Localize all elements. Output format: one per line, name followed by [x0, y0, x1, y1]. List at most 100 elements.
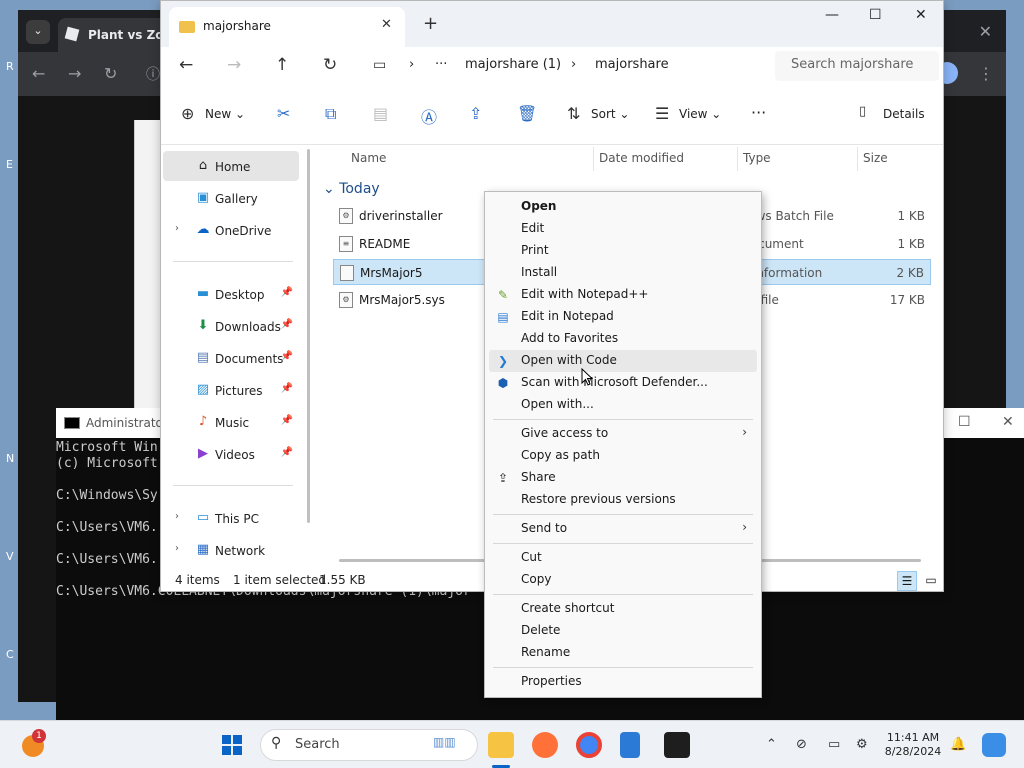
details-button[interactable]: Details	[883, 107, 925, 121]
start-icon[interactable]	[222, 735, 242, 755]
delete-icon[interactable]: 🗑	[517, 104, 537, 123]
gallery-icon: ▣	[196, 190, 210, 205]
menu-item-add-favorites[interactable]: Add to Favorites	[489, 328, 757, 350]
notepad-taskbar-icon[interactable]	[620, 732, 640, 758]
menu-item-properties[interactable]: Properties	[489, 671, 757, 693]
nav-item-this-pc[interactable]: › ▭ This PC	[163, 503, 299, 533]
column-divider[interactable]	[593, 147, 594, 171]
menu-item-copy[interactable]: Copy	[489, 569, 757, 591]
menu-item-edit-notepad[interactable]: ▤ Edit in Notepad	[489, 306, 757, 328]
details-pane-icon[interactable]: ▯	[859, 104, 866, 119]
chrome-icon[interactable]	[576, 732, 602, 758]
more-crumbs-icon[interactable]: ···	[435, 57, 447, 72]
sort-button[interactable]: Sort ⌄	[591, 107, 629, 121]
more-options-icon[interactable]: ···	[751, 103, 766, 122]
new-tab-icon[interactable]: +	[423, 13, 438, 34]
close-tab-icon[interactable]: ✕	[381, 17, 392, 32]
menu-item-copy-path[interactable]: Copy as path	[489, 445, 757, 467]
nav-item-downloads[interactable]: ⬇ Downloads 📌	[163, 311, 299, 341]
minimize-icon[interactable]: —	[825, 7, 839, 23]
menu-item-restore-versions[interactable]: Restore previous versions	[489, 489, 757, 511]
nav-item-network[interactable]: › ▦ Network	[163, 535, 299, 565]
column-divider[interactable]	[737, 147, 738, 171]
column-header-size[interactable]: Size	[863, 151, 888, 165]
nav-item-videos[interactable]: ▶ Videos 📌	[163, 439, 299, 469]
menu-icon[interactable]: ⋮	[978, 64, 994, 83]
menu-item-give-access[interactable]: Give access to ›	[489, 423, 757, 445]
menu-item-send-to[interactable]: Send to ›	[489, 518, 757, 540]
firefox-icon[interactable]	[532, 732, 558, 758]
nav-item-desktop[interactable]: ▬ Desktop 📌	[163, 279, 299, 309]
menu-item-share[interactable]: ⇪ Share	[489, 467, 757, 489]
nav-item-music[interactable]: ♪ Music 📌	[163, 407, 299, 437]
copy-icon[interactable]: ⧉	[325, 104, 336, 124]
menu-item-rename[interactable]: Rename	[489, 642, 757, 664]
display-icon[interactable]: ▭	[828, 737, 840, 752]
breadcrumb-item[interactable]: majorshare	[595, 57, 669, 72]
menu-item-cut[interactable]: Cut	[489, 547, 757, 569]
share-icon[interactable]: ⇪	[469, 104, 482, 123]
menu-item-print[interactable]: Print	[489, 240, 757, 262]
close-icon[interactable]: ✕	[915, 7, 927, 23]
chevron-right-icon[interactable]: ›	[175, 223, 179, 234]
forward-icon[interactable]: →	[227, 55, 241, 75]
menu-item-install[interactable]: Install	[489, 262, 757, 284]
up-icon[interactable]: ↑	[275, 55, 289, 75]
chevron-right-icon[interactable]: ›	[175, 511, 179, 522]
bell-icon[interactable]: 🔔	[950, 737, 966, 752]
nav-item-pictures[interactable]: ▨ Pictures 📌	[163, 375, 299, 405]
view-icon[interactable]: ☰	[655, 104, 669, 123]
nav-item-documents[interactable]: ▤ Documents 📌	[163, 343, 299, 373]
column-header-name[interactable]: Name	[351, 151, 386, 165]
close-icon[interactable]: ✕	[1002, 414, 1014, 430]
menu-item-edit-notepadpp[interactable]: ✎ Edit with Notepad++	[489, 284, 757, 306]
terminal-taskbar-icon[interactable]	[664, 732, 690, 758]
menu-item-delete[interactable]: Delete	[489, 620, 757, 642]
tiles-view-icon[interactable]: ▭	[921, 571, 941, 591]
monitor-icon[interactable]: ▭	[373, 57, 386, 73]
nav-item-home[interactable]: ⌂ Home	[163, 151, 299, 181]
breadcrumb-item[interactable]: majorshare (1)	[465, 57, 561, 72]
network-off-icon[interactable]: ⊘	[796, 737, 807, 752]
new-button[interactable]: New ⌄	[205, 107, 245, 121]
menu-item-open-with[interactable]: Open with...	[489, 394, 757, 416]
menu-item-open[interactable]: Open	[489, 196, 757, 218]
column-divider[interactable]	[857, 147, 858, 171]
info-icon[interactable]: ⓘ	[146, 64, 160, 84]
nav-item-onedrive[interactable]: › ☁ OneDrive	[163, 215, 299, 245]
column-header-date[interactable]: Date modified	[599, 151, 684, 165]
paste-icon[interactable]: ▤	[373, 104, 388, 123]
cut-icon[interactable]: ✂	[277, 104, 290, 123]
refresh-icon[interactable]: ↻	[323, 55, 337, 75]
group-header[interactable]: ⌄ Today	[323, 181, 380, 197]
chevron-up-icon[interactable]: ⌃	[766, 737, 777, 752]
column-header-type[interactable]: Type	[743, 151, 771, 165]
view-button[interactable]: View ⌄	[679, 107, 721, 121]
settings-icon[interactable]: ⚙	[856, 737, 868, 752]
menu-item-create-shortcut[interactable]: Create shortcut	[489, 598, 757, 620]
maximize-icon[interactable]: ☐	[958, 414, 971, 430]
clock[interactable]: 11:41 AM 8/28/2024	[884, 731, 942, 759]
menu-item-edit[interactable]: Edit	[489, 218, 757, 240]
menu-item-open-with-code[interactable]: ❯ Open with Code	[489, 350, 757, 372]
nav-item-gallery[interactable]: ▣ Gallery	[163, 183, 299, 213]
details-view-icon[interactable]: ☰	[897, 571, 917, 591]
chevron-down-icon[interactable]: ⌄	[26, 20, 50, 44]
copilot-icon[interactable]	[982, 733, 1006, 757]
forward-icon[interactable]: →	[68, 64, 81, 83]
close-icon[interactable]: ✕	[979, 22, 992, 41]
new-icon[interactable]: ⊕	[181, 104, 194, 123]
menu-item-scan-defender[interactable]: ⬢ Scan with Microsoft Defender...	[489, 372, 757, 394]
reload-icon[interactable]: ↻	[104, 64, 117, 83]
maximize-icon[interactable]: ☐	[869, 7, 882, 23]
back-icon[interactable]: ←	[32, 64, 45, 83]
explorer-tab[interactable]: majorshare ✕	[169, 7, 405, 47]
nav-scrollbar[interactable]	[307, 149, 310, 523]
chevron-right-icon[interactable]: ›	[175, 543, 179, 554]
rename-icon[interactable]: Ⓐ	[421, 104, 437, 128]
sort-icon[interactable]: ⇅	[567, 104, 580, 123]
search-input[interactable]: Search majorshare	[775, 51, 939, 81]
file-explorer-taskbar-icon[interactable]	[488, 732, 514, 758]
taskbar-search[interactable]: ⚲ Search ▥▥	[260, 729, 478, 761]
back-icon[interactable]: ←	[179, 55, 193, 75]
